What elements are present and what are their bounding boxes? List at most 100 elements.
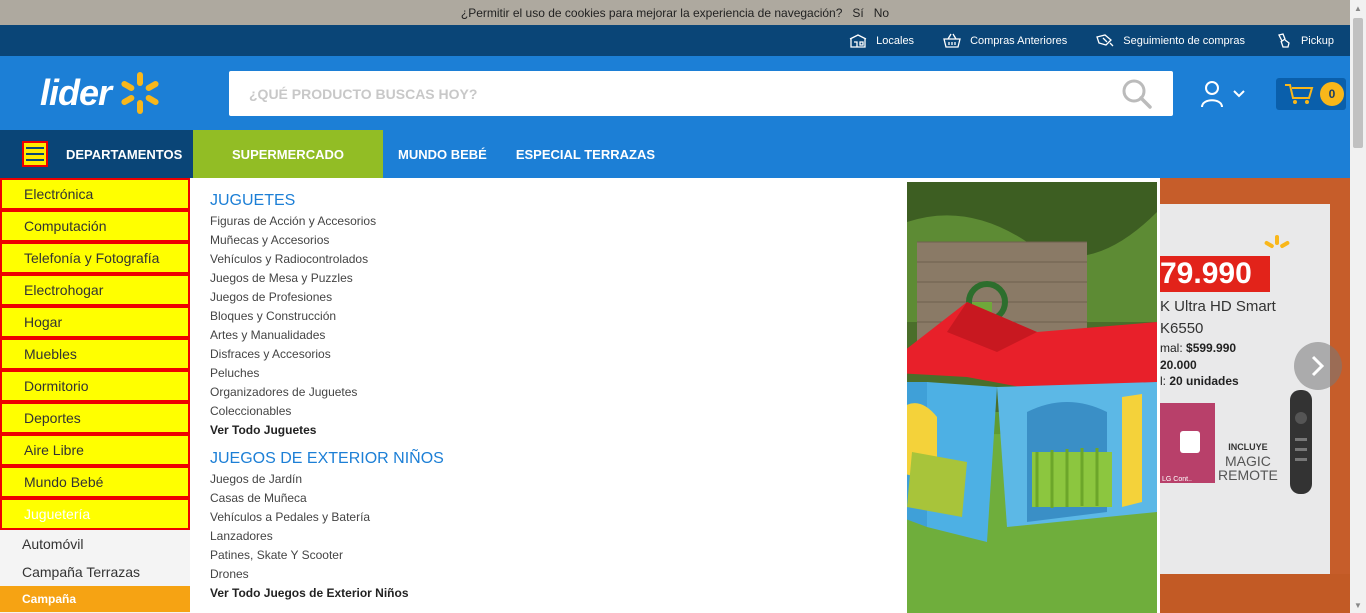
sidebar-item-electronica[interactable]: Electrónica — [0, 178, 190, 210]
hamburger-icon — [22, 141, 48, 167]
top-link-pickup[interactable]: Pickup — [1273, 32, 1334, 49]
sidebar-item-campana[interactable]: Campaña — [0, 586, 190, 612]
nav-mundo-bebe[interactable]: MUNDO BEBÉ — [398, 147, 487, 162]
category-link[interactable]: Juegos de Profesiones — [210, 288, 444, 307]
category-heading-juegos-exterior[interactable]: JUEGOS DE EXTERIOR NIÑOS — [210, 448, 444, 470]
cookie-consent-bar: ¿Permitir el uso de cookies para mejorar… — [0, 0, 1350, 25]
remote-control-image — [1290, 390, 1312, 494]
sidebar-item-dormitorio[interactable]: Dormitorio — [0, 370, 190, 402]
banner-normal-price: mal: $599.990 — [1160, 341, 1236, 355]
hand-icon — [1278, 32, 1290, 48]
sidebar-item-automovil[interactable]: Automóvil — [0, 530, 190, 558]
category-link[interactable]: Figuras de Acción y Accesorios — [210, 212, 444, 231]
spark-icon — [121, 72, 159, 114]
banner-normal-value: $599.990 — [1186, 341, 1237, 355]
logo-text: lider — [40, 72, 112, 113]
sidebar-item-aire-libre[interactable]: Aire Libre — [0, 434, 190, 466]
banner-stock: l: 20 unidades — [1160, 374, 1239, 388]
chevron-down-icon — [1233, 90, 1245, 98]
mega-menu-column: JUGUETES Figuras de Acción y Accesorios … — [210, 190, 444, 603]
sidebar-item-hogar[interactable]: Hogar — [0, 306, 190, 338]
basket-icon — [943, 33, 961, 48]
top-link-label: Pickup — [1300, 34, 1334, 47]
lider-logo[interactable]: lider — [40, 70, 163, 116]
department-sidebar: Electrónica Computación Telefonía y Foto… — [0, 178, 190, 613]
category-link[interactable]: Lanzadores — [210, 527, 444, 546]
top-link-locales[interactable]: Locales — [848, 33, 914, 49]
cart-button[interactable]: 0 — [1276, 78, 1346, 110]
nav-supermercado[interactable]: SUPERMERCADO — [193, 130, 383, 178]
banner-price: 79.990 — [1160, 256, 1270, 292]
truck-icon — [1096, 33, 1114, 46]
playhouse-promo-image[interactable] — [907, 182, 1157, 613]
cookie-decline-link[interactable]: No — [874, 6, 889, 20]
sidebar-item-muebles[interactable]: Muebles — [0, 338, 190, 370]
svg-text:LG Cont..: LG Cont.. — [1162, 476, 1192, 483]
tv-screen-image: LG Cont.. — [1160, 403, 1215, 483]
banner-stock-label: l: — [1160, 374, 1170, 388]
top-link-label: Seguimiento de compras — [1123, 34, 1245, 47]
site-header: lider 0 — [0, 56, 1350, 130]
chevron-right-icon — [1311, 355, 1325, 377]
category-link[interactable]: Muñecas y Accesorios — [210, 231, 444, 250]
sidebar-item-computacion[interactable]: Computación — [0, 210, 190, 242]
sidebar-item-deportes[interactable]: Deportes — [0, 402, 190, 434]
sidebar-item-telefonia[interactable]: Telefonía y Fotografía — [0, 242, 190, 274]
spark-icon — [1264, 235, 1290, 248]
user-icon — [1201, 81, 1223, 108]
banner-remote-text: INCLUYE MAGIC REMOTE — [1218, 440, 1278, 482]
category-link[interactable]: Organizadores de Juguetes — [210, 383, 444, 402]
see-all-juguetes-link[interactable]: Ver Todo Juguetes — [210, 421, 444, 440]
category-link[interactable]: Drones — [210, 565, 444, 584]
departments-label: DEPARTAMENTOS — [66, 146, 183, 162]
sidebar-item-electrohogar[interactable]: Electrohogar — [0, 274, 190, 306]
scrollbar-thumb[interactable] — [1353, 18, 1363, 148]
top-link-compras-anteriores[interactable]: Compras Anteriores — [942, 33, 1067, 49]
scroll-up-arrow[interactable]: ▲ — [1350, 0, 1366, 16]
cookie-accept-link[interactable]: Sí — [852, 6, 863, 20]
cart-count-badge: 0 — [1320, 82, 1344, 106]
banner-stock-value: 20 unidades — [1169, 374, 1239, 388]
category-link[interactable]: Juegos de Jardín — [210, 470, 444, 489]
see-all-juegos-exterior-link[interactable]: Ver Todo Juegos de Exterior Niños — [210, 584, 444, 603]
category-link[interactable]: Peluches — [210, 364, 444, 383]
hero-banner[interactable]: 79.990 K Ultra HD Smart K6550 mal: $599.… — [1160, 178, 1350, 613]
departments-button[interactable]: DEPARTAMENTOS — [0, 130, 193, 178]
category-heading-juguetes[interactable]: JUGUETES — [210, 190, 444, 212]
top-link-label: Locales — [876, 34, 915, 47]
sidebar-item-jugueteria[interactable]: Juguetería — [0, 498, 190, 530]
banner-product-line2: K6550 — [1160, 320, 1204, 337]
category-link[interactable]: Artes y Manualidades — [210, 326, 444, 345]
banner-product-line1: K Ultra HD Smart — [1160, 298, 1276, 315]
cart-icon — [1285, 84, 1314, 104]
carousel-next-button[interactable] — [1294, 342, 1342, 390]
category-link[interactable]: Vehículos a Pedales y Batería — [210, 508, 444, 527]
remote-big-label1: MAGIC — [1225, 453, 1271, 469]
category-link[interactable]: Coleccionables — [210, 402, 444, 421]
category-link[interactable]: Disfraces y Accesorios — [210, 345, 444, 364]
page-scrollbar[interactable]: ▲ ▼ — [1350, 0, 1366, 613]
top-link-label: Compras Anteriores — [970, 34, 1068, 47]
mega-menu-panel: JUGUETES Figuras de Acción y Accesorios … — [190, 178, 1160, 613]
category-link[interactable]: Patines, Skate Y Scooter — [210, 546, 444, 565]
category-link[interactable]: Bloques y Construcción — [210, 307, 444, 326]
category-link[interactable]: Casas de Muñeca — [210, 489, 444, 508]
search-box — [229, 71, 1173, 116]
store-icon — [849, 33, 867, 48]
category-link[interactable]: Vehículos y Radiocontrolados — [210, 250, 444, 269]
remote-big-label2: REMOTE — [1218, 467, 1278, 483]
nav-especial-terrazas[interactable]: ESPECIAL TERRAZAS — [516, 147, 655, 162]
search-input[interactable] — [229, 71, 1089, 116]
cookie-consent-text: ¿Permitir el uso de cookies para mejorar… — [460, 5, 843, 20]
banner-footer-strip — [1160, 574, 1350, 613]
search-icon[interactable] — [1121, 79, 1153, 109]
remote-small-label: INCLUYE — [1228, 442, 1268, 452]
sidebar-item-mundo-bebe[interactable]: Mundo Bebé — [0, 466, 190, 498]
top-link-seguimiento[interactable]: Seguimiento de compras — [1095, 33, 1245, 49]
scroll-down-arrow[interactable]: ▼ — [1350, 597, 1366, 613]
main-nav: DEPARTAMENTOS SUPERMERCADO MUNDO BEBÉ ES… — [0, 130, 1350, 178]
account-menu[interactable] — [1200, 80, 1246, 108]
banner-discount: 20.000 — [1160, 358, 1197, 372]
category-link[interactable]: Juegos de Mesa y Puzzles — [210, 269, 444, 288]
sidebar-item-campana-terrazas[interactable]: Campaña Terrazas — [0, 558, 190, 586]
